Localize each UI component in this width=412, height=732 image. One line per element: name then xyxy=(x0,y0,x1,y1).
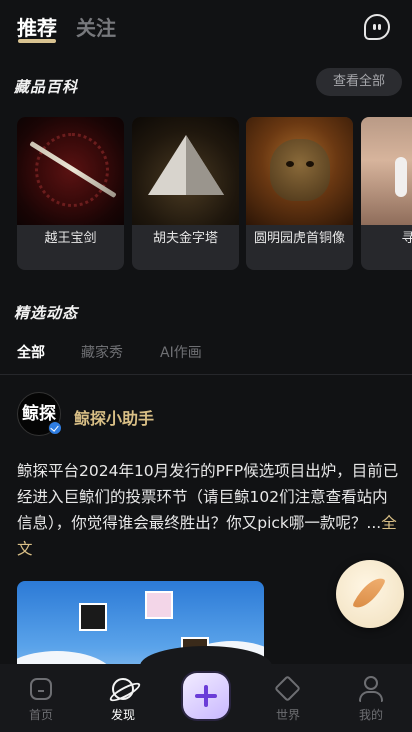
collection-name: 圆明园虎首铜像 xyxy=(253,231,345,246)
collection-image xyxy=(246,117,353,225)
feed-tab-all[interactable]: 全部 xyxy=(17,342,45,362)
tab-following[interactable]: 关注 xyxy=(76,12,116,41)
post-author[interactable]: 鲸探小助手 xyxy=(74,405,154,429)
nav-world-label: 世界 xyxy=(275,708,300,722)
post-text: 鲸探平台2024年10月发行的PFP候选项目出炉，目前已经进入巨鲸们的投票环节（… xyxy=(17,462,399,532)
verified-icon xyxy=(48,421,62,435)
view-all-button[interactable]: 查看全部 xyxy=(316,68,402,96)
feed-tab-collector-show[interactable]: 藏家秀 xyxy=(81,342,123,362)
post-body[interactable]: 鲸探平台2024年10月发行的PFP候选项目出炉，目前已经进入巨鲸们的投票环节（… xyxy=(17,458,401,562)
tab-recommend[interactable]: 推荐 xyxy=(17,12,57,41)
nav-world[interactable]: 世界 xyxy=(247,664,329,732)
message-icon[interactable] xyxy=(364,14,390,40)
home-icon xyxy=(30,678,52,700)
plus-icon[interactable] xyxy=(183,673,229,719)
collection-card[interactable]: 寻梦 xyxy=(361,117,412,270)
feed-tab-ai-art[interactable]: AI作画 xyxy=(160,342,202,362)
top-bar: 推荐 关注 xyxy=(0,0,412,56)
create-post-button[interactable] xyxy=(336,560,404,628)
collection-name: 寻梦 xyxy=(401,231,412,246)
collection-card[interactable]: 越王宝剑 xyxy=(17,117,124,270)
nav-discover[interactable]: 发现 xyxy=(82,664,164,732)
nav-me-label: 我的 xyxy=(358,708,383,722)
collection-card[interactable]: 圆明园虎首铜像 xyxy=(246,117,353,270)
collection-image xyxy=(17,117,124,225)
collection-name: 胡夫金字塔 xyxy=(152,231,218,246)
collection-section-title-text: 藏品百科 xyxy=(14,78,79,96)
discover-icon xyxy=(112,678,134,700)
nav-discover-label: 发现 xyxy=(110,708,135,722)
active-tab-indicator xyxy=(18,39,56,43)
nav-me[interactable]: 我的 xyxy=(330,664,412,732)
featured-section-title-text: 精选动态 xyxy=(14,304,79,322)
feed-tabs: 全部 藏家秀 AI作画 xyxy=(0,336,412,372)
nav-home[interactable]: 首页 xyxy=(0,664,82,732)
collection-image xyxy=(132,117,239,225)
collection-image xyxy=(361,117,412,225)
feather-icon xyxy=(352,571,386,615)
world-icon xyxy=(274,675,301,702)
collection-carousel[interactable]: 越王宝剑 胡夫金字塔 圆明园虎首铜像 寻梦 xyxy=(17,117,412,272)
profile-icon-body xyxy=(359,691,383,702)
collection-name: 越王宝剑 xyxy=(44,231,97,246)
collection-card[interactable]: 胡夫金字塔 xyxy=(132,117,239,270)
divider xyxy=(0,374,412,375)
featured-section-title: 精选动态 xyxy=(8,302,86,329)
profile-icon xyxy=(364,676,378,690)
nav-home-label: 首页 xyxy=(28,708,53,722)
collection-section-title: 藏品百科 xyxy=(8,76,86,103)
